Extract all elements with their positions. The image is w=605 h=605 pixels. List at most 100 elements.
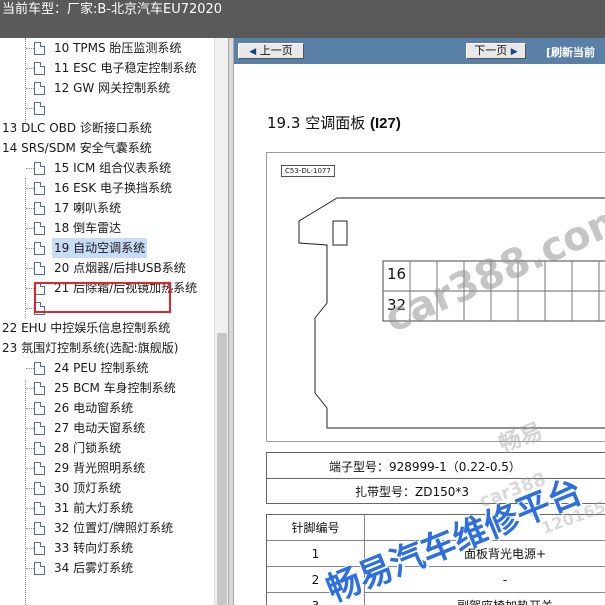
- prev-page-button[interactable]: ◀ 上一页: [238, 43, 304, 59]
- tree-item[interactable]: 33 转向灯系统: [0, 538, 214, 558]
- tree-item[interactable]: 26 电动窗系统: [0, 398, 214, 418]
- document-icon: [34, 242, 45, 255]
- tree-item-label: 30 顶灯系统: [54, 481, 122, 495]
- tree-connector: [26, 568, 34, 569]
- document-icon: [34, 162, 45, 175]
- document-icon: [34, 442, 45, 455]
- section-title: 空调面板: [305, 114, 366, 132]
- tree-item-label: 24 PEU 控制系统: [54, 361, 149, 375]
- tree-item-label: 11 ESC 电子稳定控制系统: [54, 61, 197, 75]
- tree-item[interactable]: 32 位置灯/牌照灯系统: [0, 518, 214, 538]
- tree-connector: [26, 508, 34, 509]
- tree-section[interactable]: 14 SRS/SDM 安全气囊系统: [0, 138, 214, 158]
- table-divider: [267, 478, 605, 479]
- tree-section[interactable]: 22 EHU 中控娱乐信息控制系统: [0, 318, 214, 338]
- tree-item[interactable]: 19 自动空调系统: [0, 238, 214, 258]
- pin-number: 2: [267, 567, 365, 592]
- connector-info-table: 端子型号：928999-1（0.22-0.5） 扎带型号：ZD150*3: [266, 452, 605, 504]
- document-icon: [34, 202, 45, 215]
- document-icon: [34, 462, 45, 475]
- tree-connector: [26, 548, 34, 549]
- tree-item[interactable]: 25 BCM 车身控制系统: [0, 378, 214, 398]
- tree-item[interactable]: 24 PEU 控制系统: [0, 358, 214, 378]
- tree-scrollbar-thumb[interactable]: [217, 333, 227, 605]
- tree-item[interactable]: 30 顶灯系统: [0, 478, 214, 498]
- system-tree[interactable]: 10 TPMS 胎压监测系统 11 ESC 电子稳定控制系统 12 GW 网关控制系…: [0, 38, 228, 605]
- tree-connector: [26, 288, 34, 289]
- document-icon: [34, 362, 45, 375]
- document-icon: [34, 382, 45, 395]
- tree-item[interactable]: 18 倒车雷达: [0, 218, 214, 238]
- tree-item[interactable]: 11 ESC 电子稳定控制系统: [0, 58, 214, 78]
- document-icon: [34, 502, 45, 515]
- document-icon: [34, 562, 45, 575]
- tree-item-label: 33 转向灯系统: [54, 541, 134, 555]
- document-icon: [34, 222, 45, 235]
- connector-diagram: C53-DL-1077 16 32: [266, 152, 605, 442]
- connector-id: (I27): [369, 115, 401, 132]
- next-page-button[interactable]: 下一页 ▶: [466, 43, 526, 59]
- tree-connector: [26, 268, 34, 269]
- document-icon: [34, 82, 45, 95]
- tree-item[interactable]: 28 门锁系统: [0, 438, 214, 458]
- tree-item-label: 13 DLC OBD 诊断接口系统: [2, 121, 152, 135]
- tree-connector: [26, 408, 34, 409]
- page-title: 19.3 空调面板 (I27): [267, 112, 401, 133]
- tree-section[interactable]: 23 氛围灯控制系统(选配:旗舰版): [0, 338, 214, 358]
- pin-number: 1: [267, 541, 365, 566]
- tree-connector: [26, 168, 34, 169]
- document-toolbar: ◀ 上一页 下一页 ▶ [刷新当前: [234, 38, 605, 64]
- document-icon: [34, 42, 45, 55]
- tree-item-label: 32 位置灯/牌照灯系统: [54, 521, 174, 535]
- arrow-right-icon: ▶: [510, 47, 518, 57]
- terminal-model: 端子型号：928999-1（0.22-0.5）: [329, 460, 521, 474]
- tree-item[interactable]: 34 后雾灯系统: [0, 558, 214, 578]
- pin-description: 面板背光电源+: [463, 547, 547, 561]
- current-vehicle-label: 当前车型：厂家:B-北京汽车EU72020: [2, 2, 223, 17]
- tree-item-label: 22 EHU 中控娱乐信息控制系统: [2, 321, 171, 335]
- tree-item-label: 18 倒车雷达: [54, 221, 122, 235]
- table-row: 1 面板背光电源+: [267, 540, 605, 566]
- tree-item-label: 25 BCM 车身控制系统: [54, 381, 176, 395]
- tree-item[interactable]: 12 GW 网关控制系统: [0, 78, 214, 98]
- tree-item[interactable]: 16 ESK 电子换挡系统: [0, 178, 214, 198]
- next-page-label: 下一页: [474, 44, 508, 57]
- tree-item[interactable]: 20 点烟器/后排USB系统: [0, 258, 214, 278]
- tree-connector: [26, 68, 34, 69]
- tree-item-label: 26 电动窗系统: [54, 401, 134, 415]
- table-row: 2 -: [267, 566, 605, 592]
- tree-item[interactable]: 31 前大灯系统: [0, 498, 214, 518]
- tree-item[interactable]: 15 ICM 组合仪表系统: [0, 158, 214, 178]
- pin-table-header: 针脚编号: [267, 515, 605, 541]
- tree-connector: [26, 528, 34, 529]
- tree-item[interactable]: 17 喇叭系统: [0, 198, 214, 218]
- tree-item[interactable]: 29 背光照明系统: [0, 458, 214, 478]
- tree-item-label: 14 SRS/SDM 安全气囊系统: [2, 141, 152, 155]
- refresh-current-link[interactable]: [刷新当前: [546, 44, 595, 60]
- pin-label-top: 16: [387, 265, 407, 283]
- document-icon: [34, 182, 45, 195]
- tree-item-label: 10 TPMS 胎压监测系统: [54, 41, 182, 55]
- tree-connector: [26, 368, 34, 369]
- document-icon: [34, 62, 45, 75]
- tree-item-label: 16 ESK 电子换挡系统: [54, 181, 172, 195]
- document-icon: [34, 482, 45, 495]
- tree-item-label: 28 门锁系统: [54, 441, 122, 455]
- tree-item[interactable]: 10 TPMS 胎压监测系统: [0, 38, 214, 58]
- tree-item[interactable]: 27 电动天窗系统: [0, 418, 214, 438]
- tree-item-label: 31 前大灯系统: [54, 501, 134, 515]
- tree-section[interactable]: 13 DLC OBD 诊断接口系统: [0, 118, 214, 138]
- document-page: 19.3 空调面板 (I27) C53-DL-1077 16 32 端子型号：9…: [234, 64, 605, 605]
- tree-item-label: 19 自动空调系统: [52, 238, 148, 258]
- tree-connector: [26, 428, 34, 429]
- tree-connector: [26, 88, 34, 89]
- tree-connector: [26, 108, 34, 109]
- pin-description: 副驾座椅加热开关: [365, 593, 605, 605]
- tree-scrollbar[interactable]: [214, 38, 228, 605]
- tree-connector: [26, 388, 34, 389]
- tree-item-label: 17 喇叭系统: [54, 201, 122, 215]
- tree-connector: [26, 448, 34, 449]
- tree-item[interactable]: [0, 98, 214, 118]
- tree-connector: [26, 48, 34, 49]
- tree-item-label: 20 点烟器/后排USB系统: [54, 261, 186, 275]
